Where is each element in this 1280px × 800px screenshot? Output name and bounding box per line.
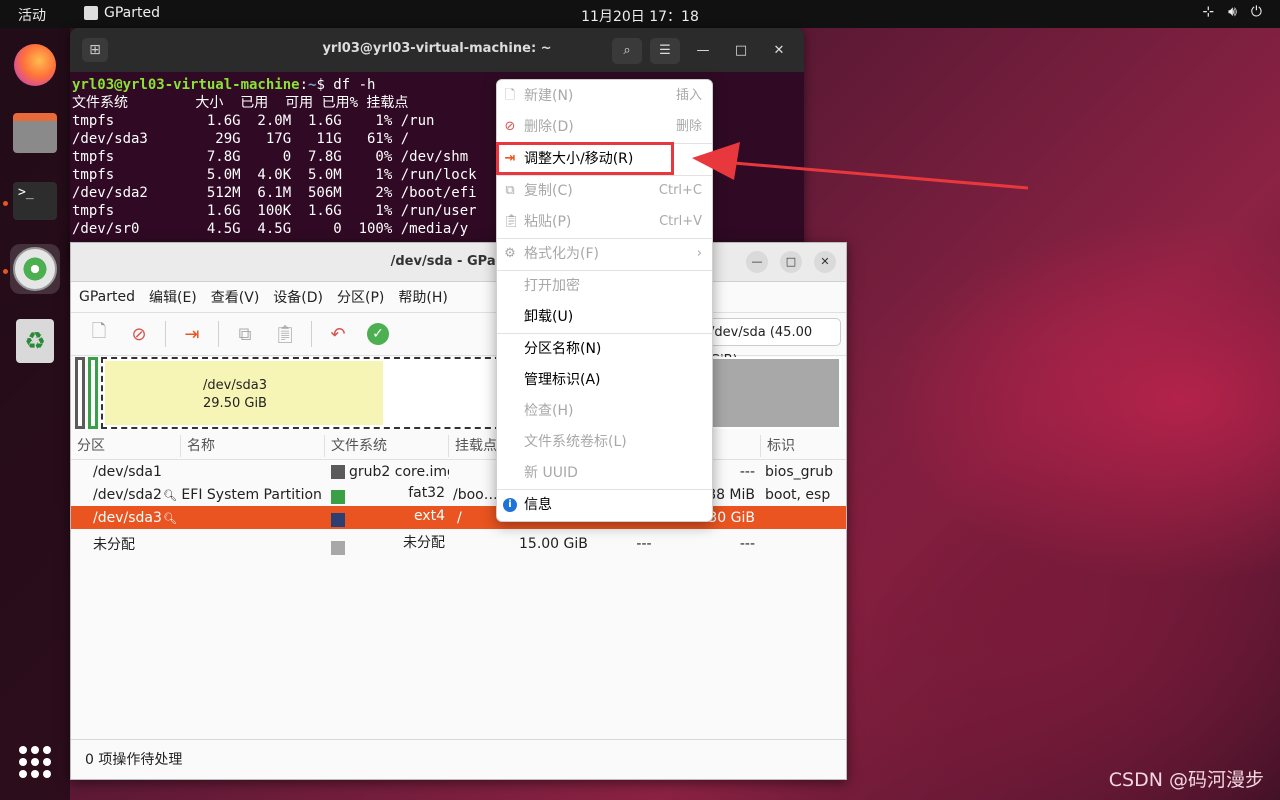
annotation-arrow	[692, 142, 1029, 190]
watermark: CSDN @码河漫步	[1108, 769, 1264, 791]
